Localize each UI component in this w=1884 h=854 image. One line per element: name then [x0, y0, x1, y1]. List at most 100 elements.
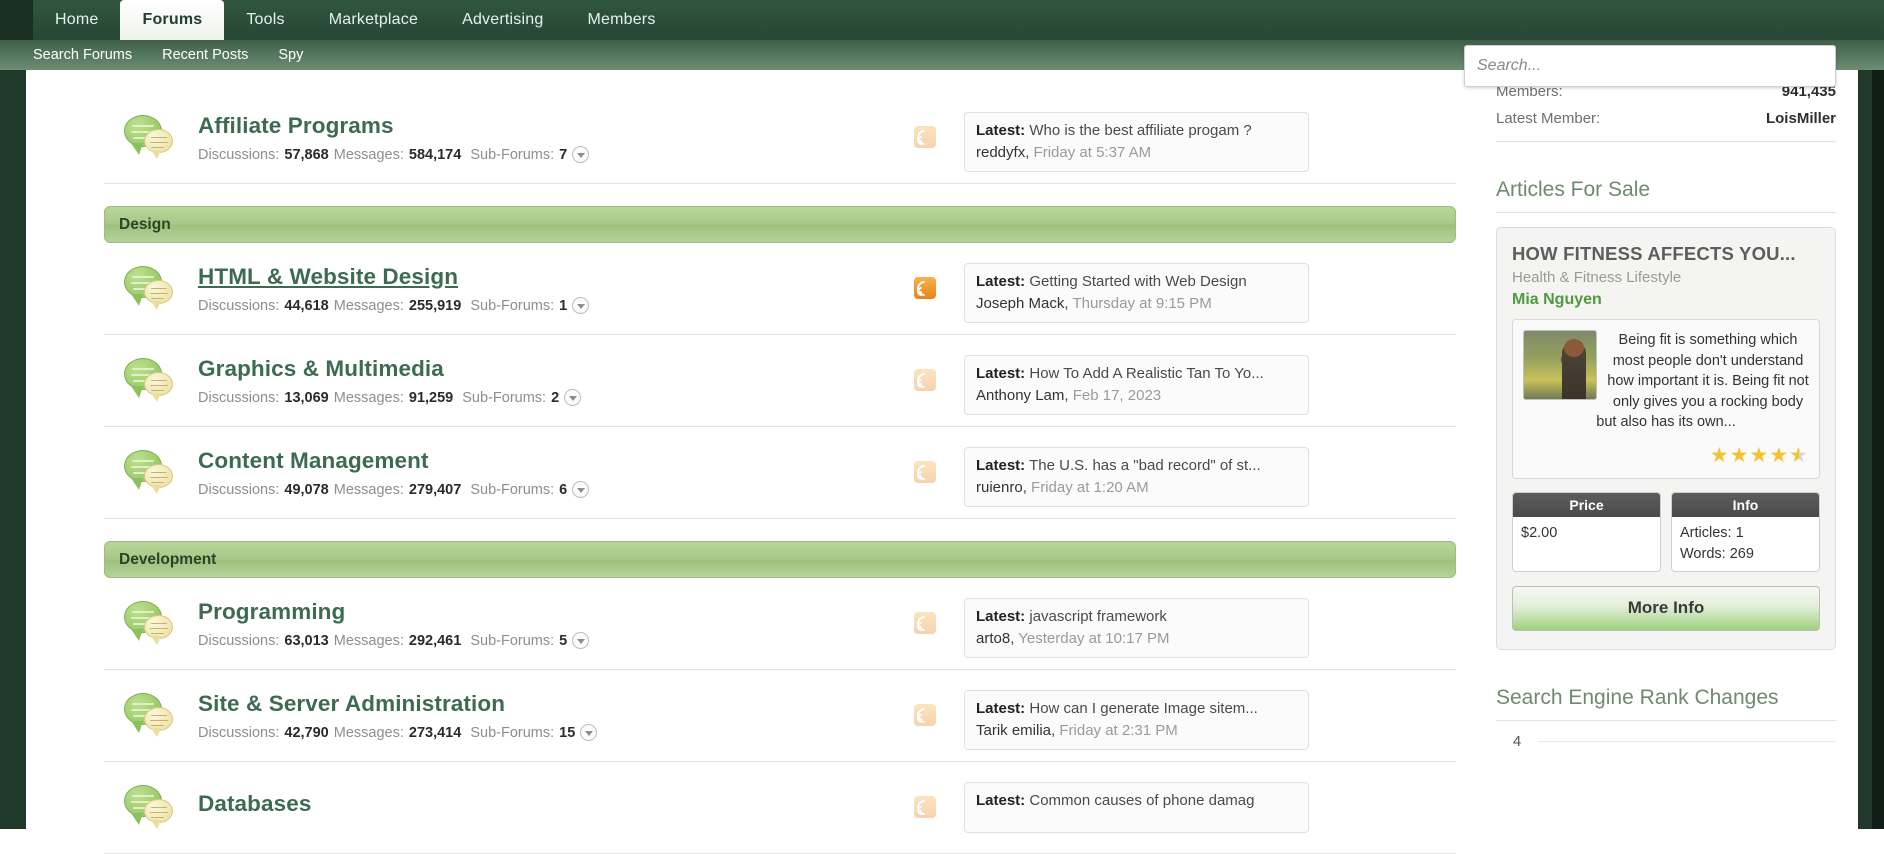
forum-row[interactable]: HTML & Website Design Discussions: 44,618 M…	[104, 243, 1456, 335]
chevron-down-icon[interactable]	[572, 480, 590, 498]
nav-left-edge	[0, 0, 33, 40]
forum-info: HTML & Website Design Discussions: 44,618 M…	[198, 264, 918, 314]
subforums-count: 5	[559, 632, 568, 649]
article-author[interactable]: Mia Nguyen	[1512, 291, 1820, 309]
article-price-column: Price $2.00	[1512, 491, 1661, 572]
latest-post-title[interactable]: How To Add A Realistic Tan To Yo...	[1029, 365, 1263, 382]
info-articles-count: Articles: 1	[1680, 524, 1744, 541]
latest-label: Latest:	[976, 273, 1026, 290]
subnav-item-recent-posts[interactable]: Recent Posts	[162, 47, 248, 63]
chevron-down-icon[interactable]	[564, 388, 582, 406]
nav-tab-tools[interactable]: Tools	[224, 0, 306, 40]
latest-post-author[interactable]: Tarik emilia	[976, 722, 1051, 739]
forum-title-link[interactable]: Programming	[198, 599, 345, 625]
search-overlay[interactable]	[1464, 45, 1836, 87]
latest-post-author[interactable]: arto8	[976, 630, 1010, 647]
rss-feed-icon[interactable]	[913, 277, 936, 300]
latest-post-date: Yesterday at 10:17 PM	[1018, 630, 1170, 648]
latest-post-title[interactable]: The U.S. has a "bad record" of st...	[1029, 457, 1261, 474]
info-body: Articles: 1 Words: 269	[1672, 517, 1819, 571]
nav-tab-forums[interactable]: Forums	[120, 0, 225, 40]
category-header: Development	[104, 541, 1456, 578]
nav-tab-marketplace[interactable]: Marketplace	[307, 0, 440, 40]
stat-value-latest-member[interactable]: LoisMiller	[1766, 110, 1836, 127]
article-info-column: Info Articles: 1 Words: 269	[1671, 491, 1820, 572]
forum-row[interactable]: Programming Discussions: 63,013 Messages: 29…	[104, 578, 1456, 670]
latest-post-box[interactable]: Latest: Getting Started with Web Design J…	[964, 263, 1309, 324]
chevron-down-icon[interactable]	[572, 145, 590, 163]
forum-title-link[interactable]: Content Management	[198, 448, 429, 474]
rss-feed-icon[interactable]	[913, 369, 936, 392]
discussions-label: Discussions:	[198, 146, 280, 163]
latest-post-box[interactable]: Latest: How To Add A Realistic Tan To Yo…	[964, 355, 1309, 416]
subnav-item-search-forums[interactable]: Search Forums	[33, 47, 132, 63]
latest-post-author[interactable]: ruienro	[976, 479, 1023, 496]
messages-count: 273,414	[408, 724, 462, 741]
forum-row[interactable]: Affiliate Programs Discussions: 57,868 Mess…	[104, 92, 1456, 184]
latest-post-author[interactable]: Joseph Mack	[976, 295, 1064, 312]
subnav-item-spy[interactable]: Spy	[278, 47, 303, 63]
forum-stats: Discussions: 63,013 Messages: 292,461 Sub-F…	[198, 631, 918, 649]
latest-post-date: Friday at 1:20 AM	[1031, 479, 1149, 497]
forum-node-icon	[124, 691, 180, 741]
latest-post-title[interactable]: How can I generate Image sitem...	[1029, 700, 1257, 717]
price-value: $2.00	[1521, 524, 1558, 541]
forum-title-link[interactable]: Affiliate Programs	[198, 113, 394, 139]
messages-label: Messages:	[333, 297, 404, 314]
forum-row[interactable]: Graphics & Multimedia Discussions: 13,069 M…	[104, 335, 1456, 427]
nav-tab-home[interactable]: Home	[33, 0, 120, 40]
latest-post-author[interactable]: Anthony Lam	[976, 387, 1064, 404]
latest-post-title[interactable]: javascript framework	[1029, 608, 1167, 625]
nav-tab-advertising[interactable]: Advertising	[440, 0, 565, 40]
subforums-count: 7	[559, 146, 568, 163]
forum-stats: Discussions: 49,078 Messages: 279,407 Sub-F…	[198, 480, 918, 498]
latest-post-box[interactable]: Latest: The U.S. has a "bad record" of s…	[964, 447, 1309, 508]
rank-number: 4	[1512, 732, 1522, 750]
latest-post-author[interactable]: reddyfx	[976, 144, 1025, 161]
top-navigation-bar: Home Forums Tools Marketplace Advertising Mem…	[0, 0, 1884, 40]
discussions-count: 44,618	[284, 297, 329, 314]
forum-title-link[interactable]: Databases	[198, 791, 311, 817]
forum-node-icon	[124, 599, 180, 649]
right-scroll-edge[interactable]	[1872, 70, 1884, 829]
article-title[interactable]: HOW FITNESS AFFECTS YOU...	[1512, 243, 1820, 265]
article-card[interactable]: HOW FITNESS AFFECTS YOU... Health & Fitn…	[1496, 227, 1836, 650]
subforums-label: Sub-Forums:	[470, 146, 555, 163]
forum-row[interactable]: Site & Server Administration Discussions:…	[104, 670, 1456, 762]
latest-post-box[interactable]: Latest: Common causes of phone damag	[964, 782, 1309, 833]
articles-for-sale-heading: Articles For Sale	[1496, 162, 1836, 213]
price-header: Price	[1513, 492, 1660, 517]
article-category: Health & Fitness Lifestyle	[1512, 269, 1682, 286]
rss-feed-icon[interactable]	[913, 126, 936, 149]
subforums-count: 6	[559, 481, 568, 498]
rss-feed-icon[interactable]	[913, 796, 936, 819]
messages-count: 255,919	[408, 297, 462, 314]
forum-row[interactable]: Content Management Discussions: 49,078 Mess…	[104, 427, 1456, 519]
rss-feed-icon[interactable]	[913, 612, 936, 635]
forum-title-link[interactable]: HTML & Website Design	[198, 264, 458, 290]
chevron-down-icon[interactable]	[572, 631, 590, 649]
search-input[interactable]	[1475, 46, 1825, 86]
latest-post-title[interactable]: Common causes of phone damag	[1029, 792, 1254, 809]
forum-stats: Discussions: 42,790 Messages: 273,414 Sub-F…	[198, 723, 918, 741]
forum-list: Affiliate Programs Discussions: 57,868 Mess…	[96, 70, 1458, 854]
chevron-down-icon[interactable]	[580, 723, 598, 741]
forum-title-link[interactable]: Site & Server Administration	[198, 691, 505, 717]
forum-info: Graphics & Multimedia Discussions: 13,069 M…	[198, 356, 918, 406]
subforums-label: Sub-Forums:	[470, 724, 555, 741]
latest-post-title[interactable]: Getting Started with Web Design	[1029, 273, 1246, 290]
forum-title-link[interactable]: Graphics & Multimedia	[198, 356, 444, 382]
category-header: Design	[104, 206, 1456, 243]
more-info-button[interactable]: More Info	[1512, 585, 1820, 631]
latest-post-title[interactable]: Who is the best affiliate progam ?	[1029, 122, 1251, 139]
forum-row[interactable]: Databases Latest: Common causes of phone …	[104, 762, 1456, 854]
latest-post-box[interactable]: Latest: How can I generate Image sitem..…	[964, 690, 1309, 751]
forum-info: Programming Discussions: 63,013 Messages: 29…	[198, 599, 918, 649]
latest-post-box[interactable]: Latest: javascript framework arto8, Yeste…	[964, 598, 1309, 659]
rss-feed-icon[interactable]	[913, 461, 936, 484]
nav-tab-members[interactable]: Members	[565, 0, 677, 40]
latest-post-date: Feb 17, 2023	[1072, 387, 1162, 405]
rss-feed-icon[interactable]	[913, 704, 936, 727]
latest-post-box[interactable]: Latest: Who is the best affiliate progam…	[964, 112, 1309, 173]
chevron-down-icon[interactable]	[572, 296, 590, 314]
